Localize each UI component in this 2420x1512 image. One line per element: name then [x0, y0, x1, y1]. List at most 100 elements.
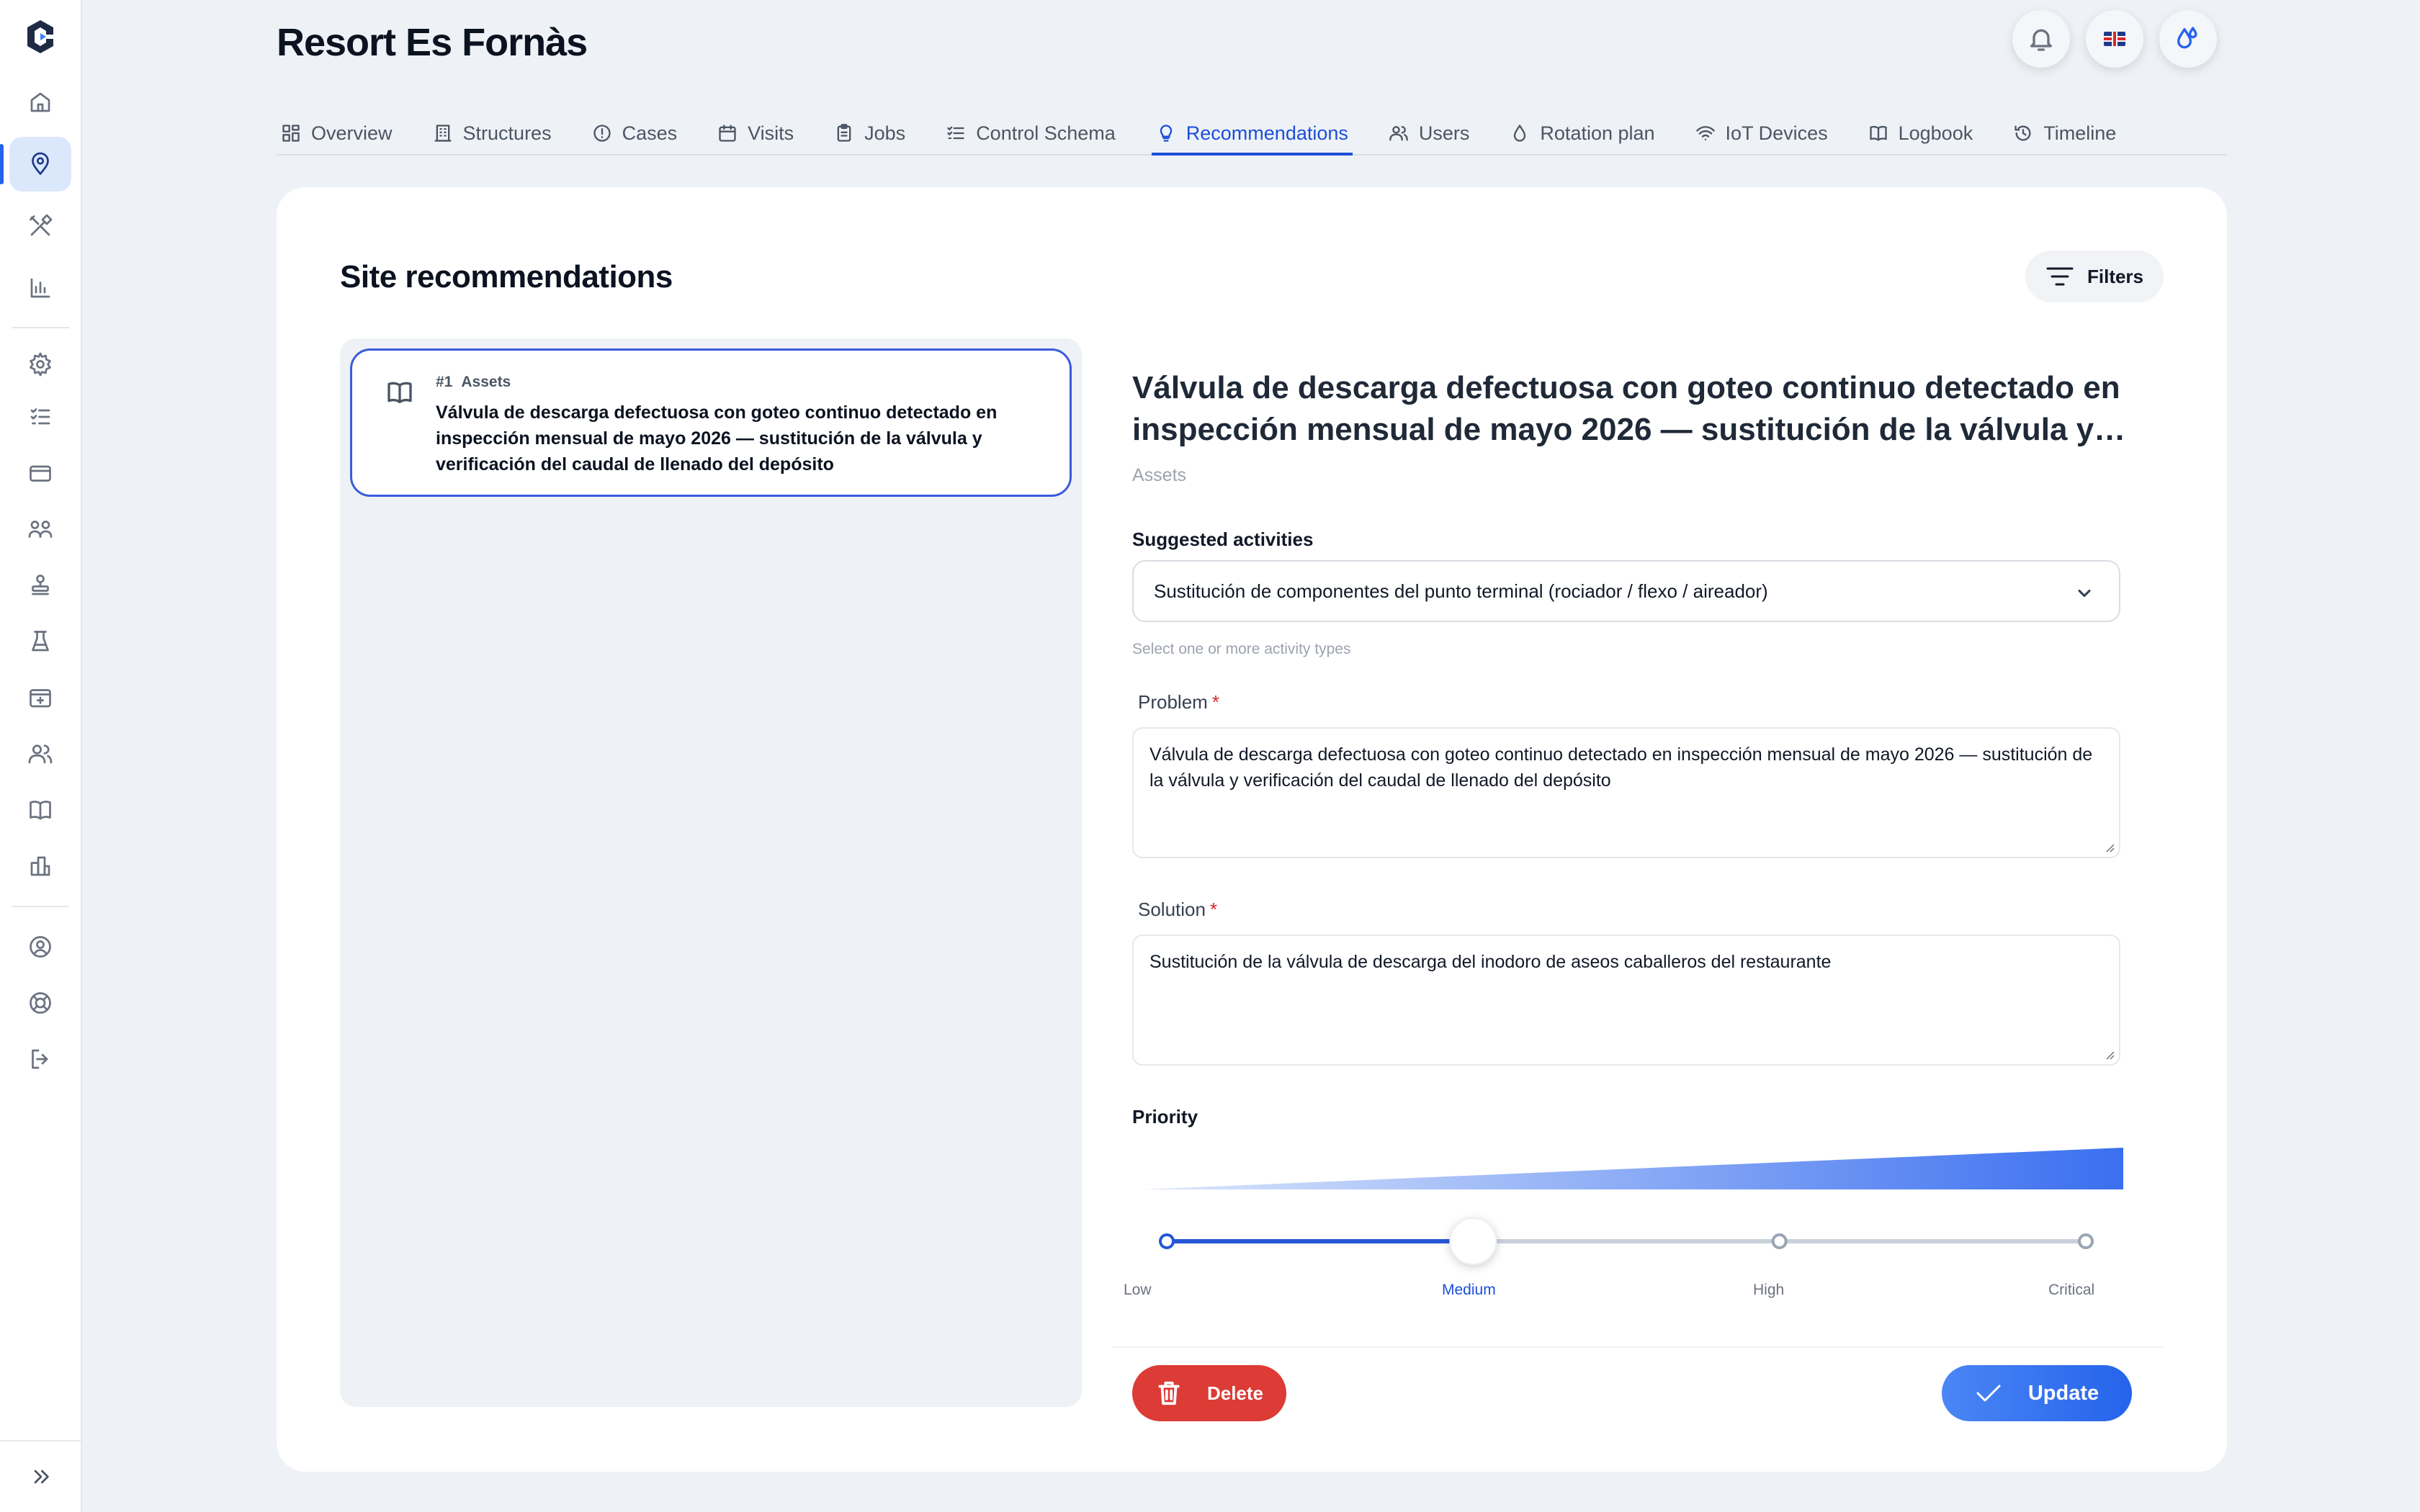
user-circle-icon [30, 936, 51, 958]
tab-logbook[interactable]: Logbook [1864, 105, 1978, 154]
problem-textarea[interactable]: Válvula de descarga defectuosa con goteo… [1132, 727, 2120, 858]
update-label: Update [2027, 1381, 2099, 1405]
users-icon [1389, 126, 1408, 141]
tab-label: Logbook [1898, 122, 1973, 144]
slider-stop-high [1771, 1233, 1788, 1249]
tab-control-schema[interactable]: Control Schema [941, 105, 1120, 154]
priority-slider[interactable] [1152, 1218, 2103, 1265]
sidebar-item-home[interactable] [9, 75, 71, 130]
sidebar [0, 0, 82, 1512]
slider-stop-critical [2078, 1233, 2094, 1249]
tab-recommendations[interactable]: Recommendations [1151, 105, 1353, 156]
sidebar-item-users[interactable] [9, 726, 71, 782]
book-icon [1869, 125, 1887, 141]
tab-label: IoT Devices [1725, 122, 1828, 144]
required-mark: * [1209, 899, 1218, 920]
sidebar-item-teams[interactable] [9, 501, 71, 557]
filters-button[interactable]: Filters [2025, 251, 2164, 302]
tab-label: Rotation plan [1540, 122, 1655, 144]
sidebar-item-support[interactable] [9, 975, 71, 1031]
app-logo-icon[interactable] [24, 19, 56, 55]
solution-textarea[interactable]: Sustitución de la válvula de descarga de… [1132, 935, 2120, 1066]
sidebar-item-calendar[interactable] [9, 670, 71, 726]
priority-critical-label[interactable]: Critical [2048, 1282, 2094, 1299]
lifebuoy-icon [30, 992, 51, 1014]
detail-footer-divider [1112, 1346, 2164, 1348]
priority-slider-track [1159, 1218, 2094, 1265]
sidebar-item-logout[interactable] [9, 1031, 71, 1087]
required-mark: * [1211, 691, 1219, 713]
calendar-plus-icon [30, 689, 51, 708]
clipboard-icon [837, 124, 851, 142]
suggested-activities-value: Sustitución de componentes del punto ter… [1154, 580, 1768, 602]
credit-card-icon [30, 465, 51, 482]
sidebar-divider [12, 327, 69, 328]
sidebar-expand-button[interactable] [0, 1440, 82, 1512]
water-drops-icon [2177, 27, 2197, 49]
resize-grip-icon[interactable] [2103, 841, 2115, 852]
delete-button[interactable]: Delete [1132, 1365, 1286, 1421]
notifications-button[interactable] [2012, 10, 2070, 68]
tab-jobs[interactable]: Jobs [830, 105, 910, 154]
sidebar-item-billing[interactable] [9, 445, 71, 501]
suggested-activities-hint: Select one or more activity types [1132, 641, 1351, 657]
priority-ramp [1144, 1148, 2123, 1189]
tab-cases[interactable]: Cases [588, 105, 682, 154]
language-button[interactable] [2086, 10, 2143, 68]
sidebar-item-profile[interactable] [9, 919, 71, 975]
sidebar-item-settings[interactable] [9, 340, 71, 389]
tab-rotation-plan[interactable]: Rotation plan [1505, 105, 1659, 154]
checklist-icon [947, 126, 964, 140]
recommendations-card: Site recommendations Filters #1 Assets Vá… [277, 187, 2227, 1472]
resize-grip-icon[interactable] [2103, 1048, 2115, 1060]
page-title: Resort Es Fornàs [277, 21, 588, 64]
list-item-number: #1 [436, 374, 453, 390]
solution-value: Sustitución de la válvula de descarga de… [1150, 952, 1832, 972]
tab-label: Control Schema [976, 122, 1116, 144]
logout-icon [32, 1049, 48, 1069]
tab-label: Recommendations [1186, 122, 1348, 144]
sidebar-item-logbook[interactable] [9, 782, 71, 838]
water-button[interactable] [2159, 10, 2217, 68]
stamp-icon [32, 575, 49, 595]
filter-icon [2046, 267, 2074, 286]
uk-flag-icon [2104, 32, 2125, 46]
sidebar-item-sites[interactable] [0, 137, 71, 192]
priority-low-label[interactable]: Low [1124, 1282, 1152, 1299]
history-icon [2015, 125, 2031, 141]
suggested-activities-select[interactable]: Sustitución de componentes del punto ter… [1132, 560, 2120, 622]
solution-label-text: Solution [1138, 899, 1206, 920]
list-item-text: Válvula de descarga defectuosa con goteo… [436, 402, 998, 474]
sidebar-item-checklists[interactable] [9, 389, 71, 445]
sidebar-item-tools[interactable] [9, 199, 71, 253]
list-item-category: Assets [461, 374, 511, 390]
map-pin-icon [32, 152, 49, 175]
wifi-icon [1695, 126, 1715, 141]
header-actions [2012, 10, 2217, 68]
tab-timeline[interactable]: Timeline [2009, 105, 2120, 154]
tab-structures[interactable]: Structures [429, 105, 556, 154]
delete-label: Delete [1206, 1382, 1264, 1404]
problem-label-text: Problem [1138, 691, 1208, 713]
sidebar-item-stamp[interactable] [9, 557, 71, 613]
slider-knob[interactable] [1449, 1218, 1497, 1265]
tools-icon [30, 214, 53, 236]
tab-iot-devices[interactable]: IoT Devices [1691, 105, 1832, 154]
team-icon [28, 521, 53, 538]
list-item[interactable]: #1 Assets Válvula de descarga defectuosa … [350, 348, 1072, 497]
priority-medium-label[interactable]: Medium [1442, 1282, 1496, 1299]
tab-visits[interactable]: Visits [713, 105, 798, 154]
gear-icon [30, 352, 51, 377]
slider-stop-low [1159, 1233, 1175, 1249]
sidebar-item-buildings[interactable] [9, 838, 71, 894]
buildings-icon [30, 856, 50, 876]
chevron-down-icon [2078, 589, 2091, 598]
tab-users[interactable]: Users [1384, 105, 1474, 154]
sidebar-item-lab[interactable] [9, 613, 71, 670]
problem-label: Problem * [1138, 691, 1219, 714]
tab-overview[interactable]: Overview [277, 105, 397, 154]
users-icon [28, 744, 53, 764]
update-button[interactable]: Update [1942, 1365, 2132, 1421]
priority-high-label[interactable]: High [1753, 1282, 1784, 1299]
sidebar-item-analytics[interactable] [9, 261, 71, 315]
